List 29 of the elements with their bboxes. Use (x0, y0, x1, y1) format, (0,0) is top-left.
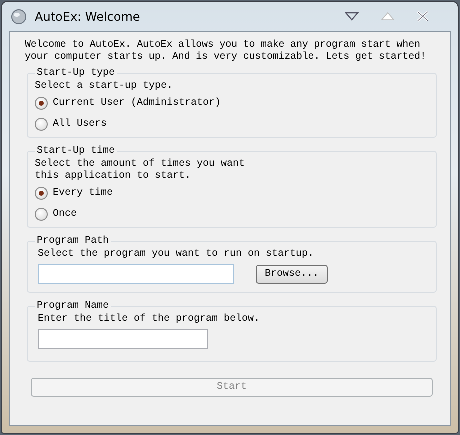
globe-icon (11, 8, 27, 24)
radio-option[interactable]: Current User (Administrator) (35, 93, 428, 114)
radio-button[interactable] (35, 187, 48, 200)
group-title: Start-Up time (36, 146, 116, 157)
window-title: AutoEx: Welcome (35, 10, 142, 24)
option-label: Current User (Administrator) (53, 98, 222, 109)
browse-button[interactable]: Browse... (256, 264, 328, 284)
radio-button[interactable] (35, 208, 48, 221)
option-label: Once (53, 209, 78, 220)
instruction-text: Select a start-up type. (35, 81, 174, 93)
radio-button[interactable] (35, 97, 48, 110)
path-field[interactable] (38, 264, 234, 284)
option-label: Every time (53, 188, 114, 199)
instruction-text: Enter the title of the program below. (37, 314, 262, 326)
welcome-text: Welcome to AutoEx. AutoEx allows you to make any program start when your computer starts up. And is very customizable. Lets get started! (25, 40, 428, 64)
radio-button[interactable] (35, 118, 48, 131)
dropdown-icon[interactable] (345, 12, 359, 21)
radio-option[interactable]: Every time (35, 183, 428, 204)
name-field[interactable] (38, 329, 208, 349)
radio-option[interactable]: Once (35, 204, 428, 225)
group-title: Start-Up type (36, 68, 116, 79)
group-title: Program Name (36, 301, 110, 312)
option-label: All Users (53, 119, 108, 130)
maximize-icon[interactable] (381, 12, 395, 21)
instruction-text: Select the program you want to run on startup. (37, 249, 316, 261)
group-title: Program Path (36, 236, 110, 247)
radio-option[interactable]: All Users (35, 114, 428, 135)
close-icon[interactable] (417, 11, 429, 22)
instruction-text: Select the amount of times you want this application to start. (35, 159, 246, 183)
